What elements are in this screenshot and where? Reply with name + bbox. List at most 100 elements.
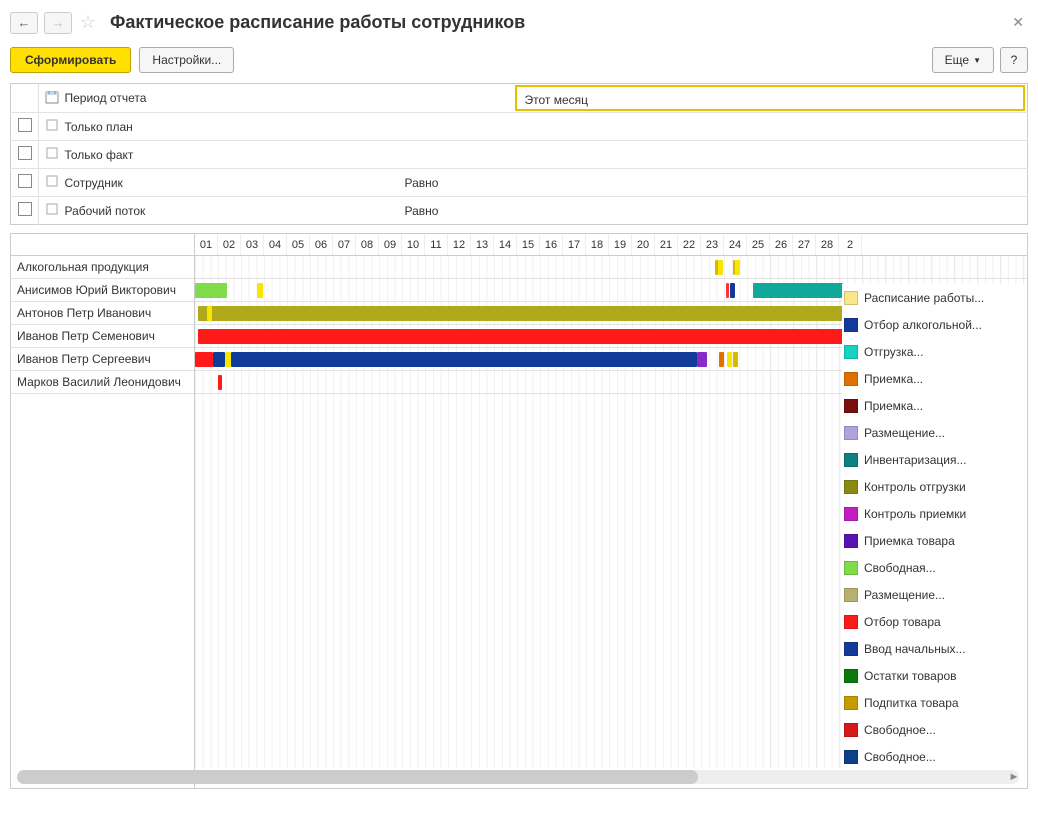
day-header: 24 [724, 234, 747, 255]
day-header: 20 [632, 234, 655, 255]
legend-swatch [844, 426, 858, 440]
generate-button[interactable]: Сформировать [10, 47, 131, 73]
legend-label: Размещение... [864, 588, 945, 602]
gantt-bar[interactable] [718, 260, 723, 275]
legend-item: Приемка товара [842, 527, 1027, 554]
legend-swatch [844, 669, 858, 683]
legend-swatch [844, 480, 858, 494]
legend-swatch [844, 453, 858, 467]
legend-label: Приемка... [864, 399, 923, 413]
calendar-icon [39, 84, 65, 113]
page-title: Фактическое расписание работы сотруднико… [110, 12, 525, 33]
workflow-value[interactable] [515, 197, 1028, 225]
legend-item: Остатки товаров [842, 662, 1027, 689]
day-header: 17 [563, 234, 586, 255]
legend-swatch [844, 318, 858, 332]
gantt-row-label[interactable]: Иванов Петр Сергеевич [11, 348, 194, 371]
scrollbar-thumb[interactable] [17, 770, 698, 784]
employee-checkbox[interactable] [18, 174, 32, 188]
horizontal-scrollbar[interactable]: ◄ ► [17, 770, 1019, 784]
nav-forward-button[interactable]: → [44, 12, 72, 34]
legend-label: Отгрузка... [864, 345, 923, 359]
gantt-bar[interactable] [697, 352, 707, 367]
legend-label: Контроль приемки [864, 507, 966, 521]
gantt-row-label[interactable]: Марков Василий Леонидович [11, 371, 194, 394]
day-header: 21 [655, 234, 678, 255]
day-header: 02 [218, 234, 241, 255]
gantt-bar[interactable] [231, 352, 697, 367]
employee-op[interactable]: Равно [405, 169, 515, 197]
legend: Расписание работы...Отбор алкогольной...… [842, 284, 1027, 770]
nav-back-button[interactable]: ← [10, 12, 38, 34]
legend-item: Свободное... [842, 716, 1027, 743]
only-fact-checkbox[interactable] [18, 146, 32, 160]
more-button[interactable]: Еще ▼ [932, 47, 994, 73]
legend-swatch [844, 507, 858, 521]
legend-item: Отгрузка... [842, 338, 1027, 365]
gantt-bar[interactable] [735, 260, 740, 275]
gantt-row-label[interactable]: Алкогольная продукция [11, 256, 194, 279]
legend-label: Свободное... [864, 750, 936, 764]
filter-icon [39, 169, 65, 197]
gantt-bar[interactable] [213, 352, 225, 367]
legend-label: Ввод начальных... [864, 642, 965, 656]
gantt-chart: Алкогольная продукцияАнисимов Юрий Викто… [10, 233, 1028, 789]
only-plan-checkbox[interactable] [18, 118, 32, 132]
scroll-right-arrow[interactable]: ► [1007, 770, 1021, 784]
day-header: 01 [195, 234, 218, 255]
day-header: 06 [310, 234, 333, 255]
day-header: 16 [540, 234, 563, 255]
day-header: 25 [747, 234, 770, 255]
gantt-bar[interactable] [198, 306, 858, 321]
legend-label: Свободная... [864, 561, 936, 575]
legend-item: Свободная... [842, 554, 1027, 581]
day-header: 14 [494, 234, 517, 255]
favorite-star-icon[interactable]: ☆ [78, 13, 98, 33]
gantt-bar[interactable] [733, 352, 738, 367]
gantt-bar[interactable] [207, 306, 212, 321]
gantt-row-label[interactable]: Антонов Петр Иванович [11, 302, 194, 325]
gantt-row-label[interactable]: Анисимов Юрий Викторович [11, 279, 194, 302]
legend-item: Контроль отгрузки [842, 473, 1027, 500]
legend-item: Размещение... [842, 581, 1027, 608]
legend-swatch [844, 345, 858, 359]
gantt-bar[interactable] [198, 329, 858, 344]
day-header: 27 [793, 234, 816, 255]
day-header: 19 [609, 234, 632, 255]
day-header: 18 [586, 234, 609, 255]
employee-value[interactable] [515, 169, 1028, 197]
help-button[interactable]: ? [1000, 47, 1028, 73]
day-header: 05 [287, 234, 310, 255]
legend-item: Приемка... [842, 365, 1027, 392]
gantt-bar[interactable] [257, 283, 263, 298]
day-header: 09 [379, 234, 402, 255]
day-header: 04 [264, 234, 287, 255]
workflow-checkbox[interactable] [18, 202, 32, 216]
employee-label: Сотрудник [65, 169, 405, 197]
close-icon[interactable]: ✕ [1008, 10, 1028, 35]
legend-swatch [844, 723, 858, 737]
day-header: 03 [241, 234, 264, 255]
legend-swatch [844, 750, 858, 764]
period-value-input[interactable]: Этот месяц [515, 85, 1026, 111]
legend-label: Остатки товаров [864, 669, 957, 683]
legend-item: Расписание работы... [842, 284, 1027, 311]
gantt-bar[interactable] [726, 283, 729, 298]
legend-swatch [844, 399, 858, 413]
settings-button[interactable]: Настройки... [139, 47, 234, 73]
legend-swatch [844, 561, 858, 575]
day-header: 10 [402, 234, 425, 255]
legend-swatch [844, 291, 858, 305]
gantt-bar[interactable] [195, 283, 227, 298]
day-header: 2 [839, 234, 862, 255]
workflow-op[interactable]: Равно [405, 197, 515, 225]
gantt-bar[interactable] [753, 283, 843, 298]
gantt-bar[interactable] [719, 352, 724, 367]
gantt-row-label[interactable]: Иванов Петр Семенович [11, 325, 194, 348]
filter-icon [39, 141, 65, 169]
gantt-bar[interactable] [727, 352, 732, 367]
legend-label: Приемка... [864, 372, 923, 386]
gantt-bar[interactable] [195, 352, 213, 367]
gantt-bar[interactable] [218, 375, 222, 390]
gantt-bar[interactable] [730, 283, 735, 298]
